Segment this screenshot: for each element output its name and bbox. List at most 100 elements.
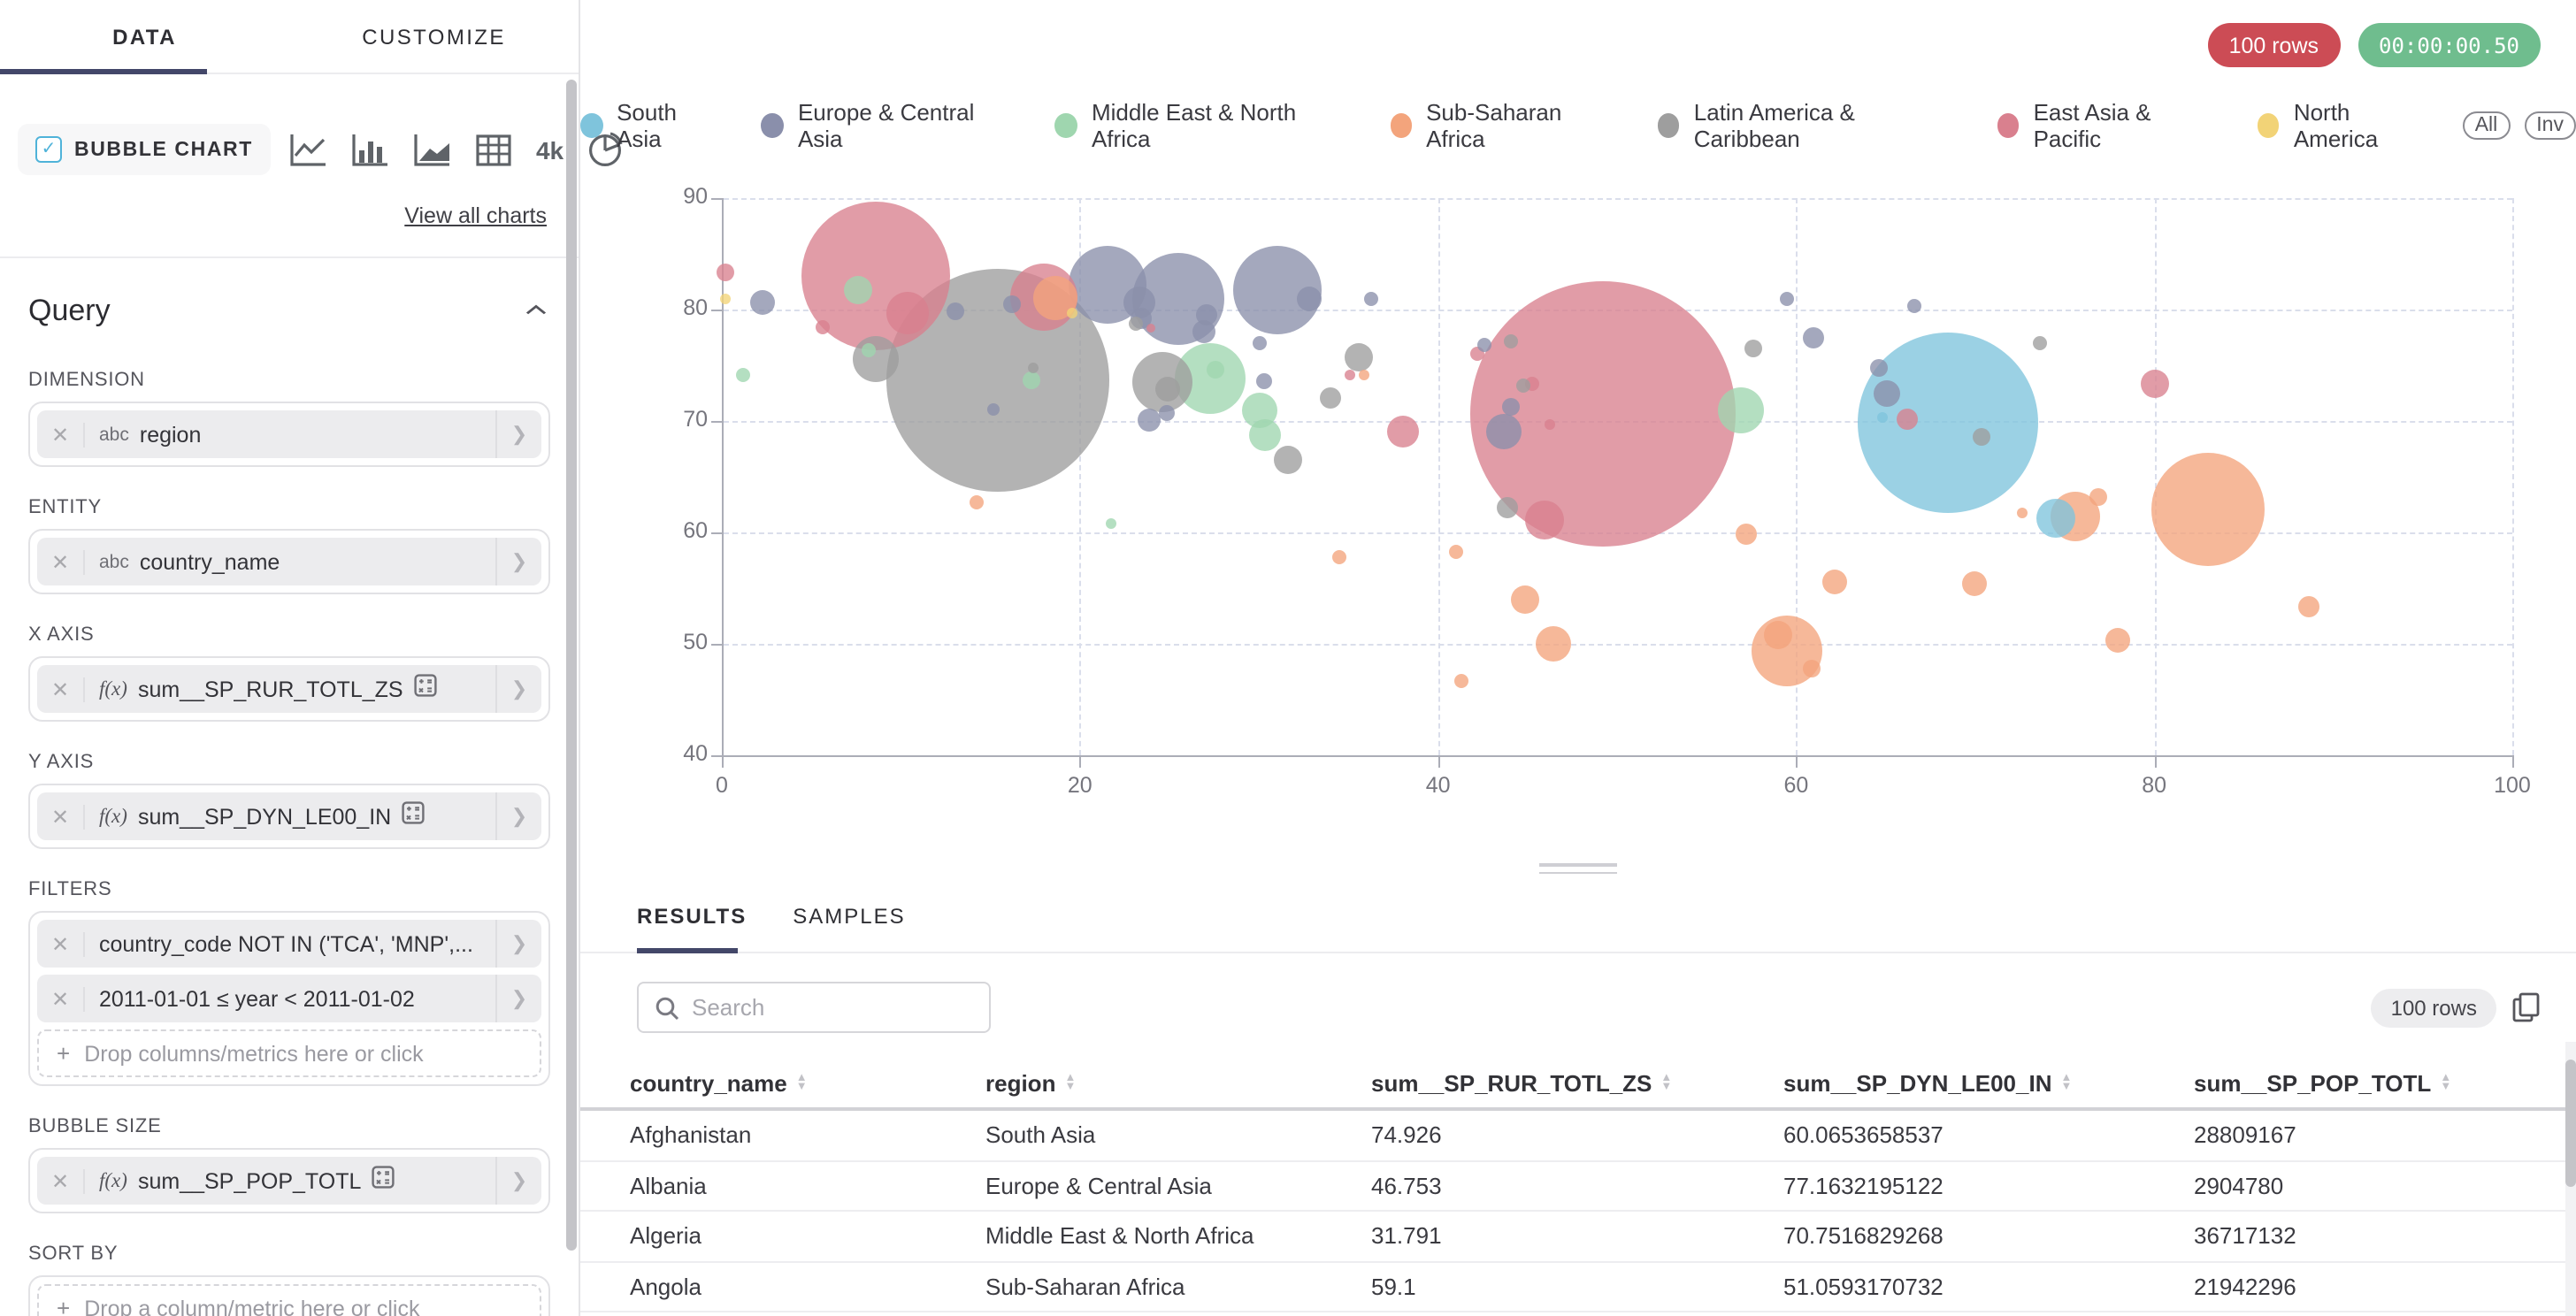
bubble[interactable] bbox=[2297, 596, 2319, 617]
legend-item[interactable]: East Asia & Pacific bbox=[1997, 99, 2218, 152]
tab-samples[interactable]: SAMPLES bbox=[793, 904, 905, 952]
column-header[interactable]: sum__SP_DYN_LE00_IN▲▼ bbox=[1783, 1069, 2194, 1096]
bubble[interactable] bbox=[2033, 336, 2047, 350]
chevron-right-icon[interactable]: ❯ bbox=[495, 792, 541, 840]
tab-customize[interactable]: CUSTOMIZE bbox=[289, 0, 579, 73]
remove-icon[interactable]: ✕ bbox=[37, 986, 85, 1011]
legend-item[interactable]: South Asia bbox=[580, 99, 723, 152]
bar-chart-icon[interactable] bbox=[350, 132, 389, 167]
filter-item[interactable]: ✕ country_code NOT IN ('TCA', 'MNP',... … bbox=[37, 920, 541, 968]
sort-icon[interactable]: ▲▼ bbox=[2061, 1074, 2073, 1091]
bubble[interactable] bbox=[1365, 291, 1379, 305]
column-header[interactable]: sum__SP_POP_TOTL▲▼ bbox=[2194, 1069, 2576, 1096]
chevron-right-icon[interactable]: ❯ bbox=[495, 538, 541, 585]
bubble[interactable] bbox=[815, 320, 829, 334]
big-number-4k-icon[interactable]: 4k bbox=[536, 135, 564, 164]
bubble[interactable] bbox=[1155, 376, 1180, 401]
bubble[interactable] bbox=[716, 264, 733, 281]
table-row[interactable]: AngolaSub-Saharan Africa59.151.059317073… bbox=[580, 1262, 2576, 1312]
bubble[interactable] bbox=[1524, 501, 1563, 539]
bubble[interactable] bbox=[1138, 409, 1162, 432]
bubble[interactable] bbox=[2151, 453, 2265, 566]
bubble[interactable] bbox=[1858, 333, 2038, 514]
table-chart-icon[interactable] bbox=[474, 132, 513, 167]
bubble[interactable] bbox=[1877, 412, 1888, 423]
legend-inv-button[interactable]: Inv bbox=[2524, 111, 2576, 140]
bubble[interactable] bbox=[1129, 316, 1143, 330]
bubble[interactable] bbox=[1003, 295, 1021, 313]
bubble[interactable] bbox=[969, 495, 983, 509]
bubble[interactable] bbox=[2089, 488, 2107, 506]
bubble[interactable] bbox=[1160, 405, 1176, 421]
filter-item[interactable]: ✕ 2011-01-01 ≤ year < 2011-01-02 ❯ bbox=[37, 975, 541, 1022]
bubble[interactable] bbox=[853, 335, 899, 381]
bubble[interactable] bbox=[1804, 661, 1821, 678]
bubble[interactable] bbox=[736, 367, 750, 381]
bubble[interactable] bbox=[1477, 337, 1491, 351]
y-axis-field[interactable]: ✕ f(x) sum__SP_DYN_LE00_IN ❯ bbox=[28, 784, 550, 849]
bubble-size-field[interactable]: ✕ f(x) sum__SP_POP_TOTL ❯ bbox=[28, 1148, 550, 1213]
bubble[interactable] bbox=[1256, 373, 1272, 389]
search-input[interactable] bbox=[692, 994, 973, 1021]
entity-field[interactable]: ✕ abc country_name ❯ bbox=[28, 529, 550, 594]
bubble[interactable] bbox=[1823, 570, 1848, 595]
bubble[interactable] bbox=[1252, 336, 1266, 350]
sort-icon[interactable]: ▲▼ bbox=[2440, 1074, 2451, 1091]
column-header[interactable]: region▲▼ bbox=[985, 1069, 1371, 1096]
sort-icon[interactable]: ▲▼ bbox=[1064, 1074, 1076, 1091]
selected-chart-type[interactable]: ✓ BUBBLE CHART bbox=[18, 124, 271, 175]
bubble[interactable] bbox=[1780, 291, 1794, 305]
sidebar-scrollbar[interactable] bbox=[566, 80, 577, 1251]
column-header[interactable]: country_name▲▼ bbox=[630, 1069, 985, 1096]
collapse-section-icon[interactable] bbox=[525, 302, 547, 319]
bubble[interactable] bbox=[1535, 626, 1570, 662]
results-scrollbar-thumb[interactable] bbox=[2565, 1060, 2576, 1187]
bubble[interactable] bbox=[2140, 370, 2168, 398]
remove-icon[interactable]: ✕ bbox=[37, 804, 85, 829]
results-search[interactable] bbox=[637, 982, 991, 1033]
table-row[interactable]: AfghanistanSouth Asia74.92660.0653658537… bbox=[580, 1111, 2576, 1161]
bubble[interactable] bbox=[1274, 446, 1302, 474]
remove-icon[interactable]: ✕ bbox=[37, 931, 85, 956]
legend-all-button[interactable]: All bbox=[2463, 111, 2511, 140]
filters-drop-zone[interactable]: + Drop columns/metrics here or click bbox=[37, 1029, 541, 1077]
legend-item[interactable]: Europe & Central Asia bbox=[762, 99, 1016, 152]
legend-item[interactable]: North America bbox=[2258, 99, 2434, 152]
dimension-field[interactable]: ✕ abc region ❯ bbox=[28, 402, 550, 467]
bubble[interactable] bbox=[1454, 675, 1468, 689]
bubble[interactable] bbox=[1764, 621, 1792, 649]
bubble[interactable] bbox=[2106, 628, 2131, 653]
tab-results[interactable]: RESULTS bbox=[637, 904, 747, 952]
bubble[interactable] bbox=[719, 293, 730, 303]
remove-icon[interactable]: ✕ bbox=[37, 677, 85, 701]
legend-item[interactable]: Sub-Saharan Africa bbox=[1390, 99, 1619, 152]
chevron-right-icon[interactable]: ❯ bbox=[495, 665, 541, 713]
bubble[interactable] bbox=[1744, 340, 1762, 357]
bubble[interactable] bbox=[1512, 585, 1540, 614]
bubble[interactable] bbox=[1248, 418, 1280, 450]
chevron-right-icon[interactable]: ❯ bbox=[495, 1157, 541, 1205]
table-row[interactable]: AlgeriaMiddle East & North Africa31.7917… bbox=[580, 1212, 2576, 1262]
bubble[interactable] bbox=[1028, 363, 1039, 373]
bubble[interactable] bbox=[1386, 417, 1418, 448]
remove-icon[interactable]: ✕ bbox=[37, 549, 85, 574]
copy-icon[interactable] bbox=[2512, 992, 2541, 1022]
legend-item[interactable]: Middle East & North Africa bbox=[1055, 99, 1351, 152]
bubble[interactable] bbox=[1297, 286, 1322, 310]
bubble[interactable] bbox=[1804, 328, 1825, 349]
x-axis-field[interactable]: ✕ f(x) sum__SP_RUR_TOTL_ZS ❯ bbox=[28, 656, 550, 722]
bubble[interactable] bbox=[1105, 518, 1116, 529]
sort-by-drop-zone[interactable]: + Drop a column/metric here or click bbox=[28, 1275, 550, 1316]
column-header[interactable]: sum__SP_RUR_TOTL_ZS▲▼ bbox=[1371, 1069, 1783, 1096]
sort-icon[interactable]: ▲▼ bbox=[1660, 1074, 1672, 1091]
sort-icon[interactable]: ▲▼ bbox=[796, 1074, 808, 1091]
bubble[interactable] bbox=[1449, 546, 1463, 560]
bubble[interactable] bbox=[1963, 571, 1988, 596]
tab-data[interactable]: DATA bbox=[0, 0, 289, 73]
area-chart-icon[interactable] bbox=[412, 132, 451, 167]
bubble[interactable] bbox=[1346, 343, 1374, 371]
bubble[interactable] bbox=[1718, 386, 1764, 432]
bubble[interactable] bbox=[2016, 509, 2027, 519]
bubble[interactable] bbox=[886, 292, 929, 334]
bubble[interactable] bbox=[1332, 551, 1346, 565]
